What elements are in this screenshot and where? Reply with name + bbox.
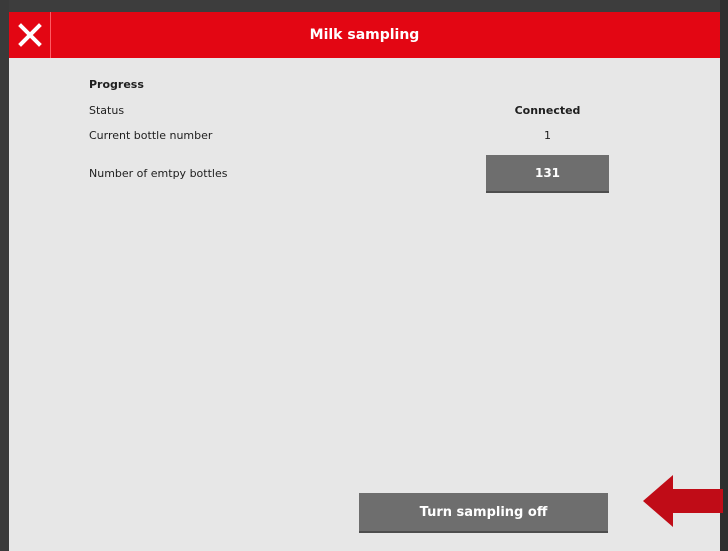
dialog-title: Milk sampling (309, 27, 420, 43)
milk-sampling-dialog: Milk sampling Progress Status Connected … (9, 12, 720, 551)
progress-heading: Progress (89, 78, 144, 91)
status-value: Connected (514, 104, 581, 117)
dialog-titlebar: Milk sampling (9, 12, 720, 58)
background-right-edge (720, 0, 728, 551)
empty-bottles-input[interactable]: 131 (486, 155, 609, 193)
status-label: Status (89, 104, 125, 117)
empty-bottles-label: Number of emtpy bottles (89, 167, 228, 180)
left-arrow-icon (643, 475, 723, 527)
background-left-edge (0, 0, 9, 551)
close-button[interactable] (9, 12, 51, 58)
background-top-edge (0, 0, 728, 12)
current-bottle-value: 1 (544, 129, 551, 142)
turn-sampling-off-button[interactable]: Turn sampling off (359, 493, 608, 533)
current-bottle-label: Current bottle number (89, 129, 213, 142)
close-icon (17, 23, 42, 47)
